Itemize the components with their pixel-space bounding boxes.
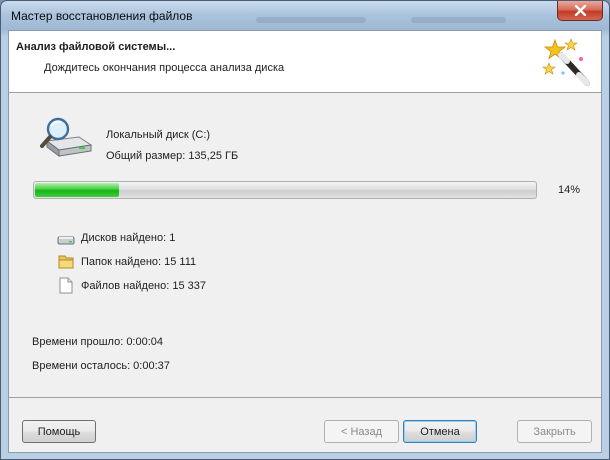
time-elapsed: Времени прошло: 0:00:04	[32, 336, 164, 348]
cancel-button[interactable]: Отмена	[403, 420, 477, 443]
back-button[interactable]: < Назад	[324, 420, 399, 443]
close-icon	[574, 5, 587, 16]
disk-name: Локальный диск (C:)	[106, 129, 211, 141]
folders-found: Папок найдено: 15 111	[81, 256, 197, 268]
window-title: Мастер восстановления файлов	[11, 9, 193, 23]
disks-found: Дисков найдено: 1	[81, 232, 176, 244]
disk-search-icon	[40, 117, 93, 157]
wizard-window: Мастер восстановления файлов Анализ файл…	[0, 0, 610, 460]
wizard-header: Анализ файловой системы... Дождитесь око…	[9, 31, 601, 93]
wizard-footer: Помощь < Назад Отмена Закрыть	[9, 397, 601, 453]
file-icon	[59, 277, 73, 294]
magic-wand-icon	[542, 38, 590, 86]
title-bar[interactable]: Мастер восстановления файлов	[1, 1, 609, 29]
page-title: Анализ файловой системы...	[16, 41, 176, 53]
page-subtitle: Дождитесь окончания процесса анализа дис…	[44, 62, 285, 74]
background-window-title	[256, 17, 366, 23]
wizard-client-area: Анализ файловой системы... Дождитесь око…	[8, 30, 602, 453]
background-window-title	[411, 17, 506, 23]
progress-percent: 14%	[558, 184, 581, 196]
drive-icon	[57, 236, 75, 245]
disk-size: Общий размер: 135,25 ГБ	[106, 150, 239, 162]
analysis-progress-bar	[33, 181, 537, 199]
window-close-button[interactable]	[557, 1, 603, 21]
progress-bar-fill	[35, 183, 119, 197]
close-button[interactable]: Закрыть	[517, 420, 592, 443]
files-found: Файлов найдено: 15 337	[81, 280, 207, 292]
time-remaining: Времени осталось: 0:00:37	[32, 360, 170, 372]
help-button[interactable]: Помощь	[22, 420, 96, 443]
folder-icon	[58, 255, 74, 269]
